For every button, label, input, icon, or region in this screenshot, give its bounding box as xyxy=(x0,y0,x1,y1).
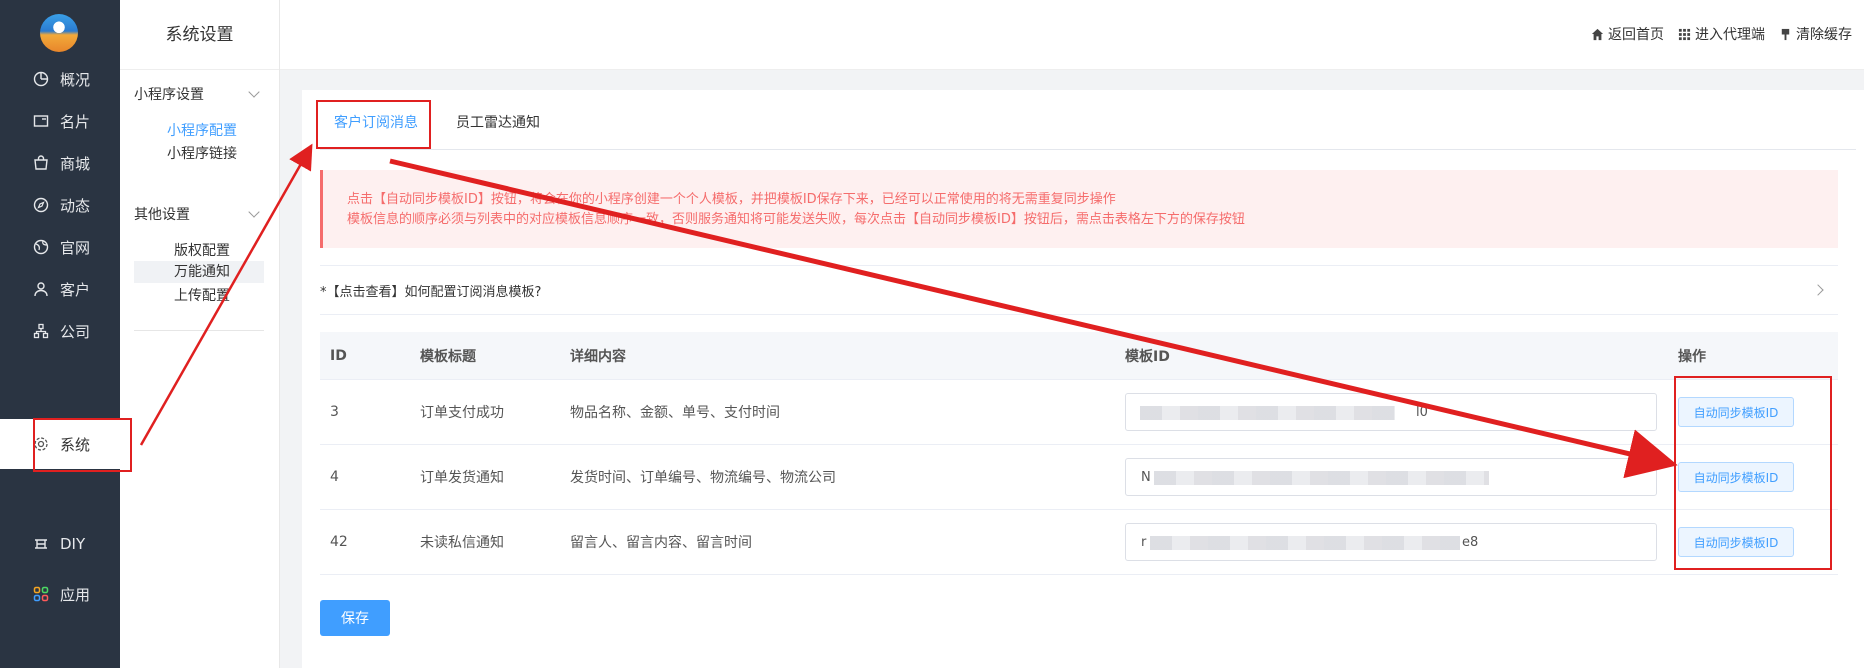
template-id-suffix: e8 xyxy=(1462,534,1479,550)
col-title: 模板标题 xyxy=(420,348,476,365)
grid-icon xyxy=(1678,28,1691,40)
alert-line-2: 模板信息的顺序必须与列表中的对应模板信息顺序一致，否则服务通知将可能发送失败，每… xyxy=(347,212,1245,227)
content-card: 客户订阅消息 员工雷达通知 点击【自动同步模板ID】按钮，将会在你的小程序创建一… xyxy=(302,90,1864,668)
col-content: 详细内容 xyxy=(570,348,626,365)
nav-item-diy[interactable]: DIY xyxy=(0,519,120,569)
nav-item-company[interactable]: 公司 xyxy=(0,306,120,356)
cell-id: 42 xyxy=(330,534,348,550)
back-home-label: 返回首页 xyxy=(1608,27,1664,43)
submenu-item-universal-notify[interactable]: 万能通知 xyxy=(134,261,264,283)
annotation-box-sync-buttons xyxy=(1674,376,1832,570)
cell-id: 3 xyxy=(330,404,339,420)
pie-chart-icon xyxy=(32,70,50,88)
submenu-item-upload-config[interactable]: 上传配置 xyxy=(174,285,230,305)
annotation-box-system xyxy=(33,418,132,472)
agent-link[interactable]: 进入代理端 xyxy=(1678,24,1765,44)
nav-item-apps[interactable]: 应用 xyxy=(0,569,120,619)
submenu-item-copyright[interactable]: 版权配置 xyxy=(174,240,230,260)
nav-label: 动态 xyxy=(60,196,91,215)
table-row: 4 订单发货通知 发货时间、订单编号、物流编号、物流公司 N 自动同步模板ID xyxy=(320,445,1838,510)
nav-label: 名片 xyxy=(60,112,91,131)
table-header: ID 模板标题 详细内容 模板ID 操作 xyxy=(320,332,1838,380)
save-button[interactable]: 保存 xyxy=(320,600,390,636)
brush-icon xyxy=(1781,28,1790,40)
submenu-title: 系统设置 xyxy=(120,0,279,70)
redacted-text xyxy=(1150,536,1460,550)
cell-title: 订单支付成功 xyxy=(420,405,504,421)
nav-label: 公司 xyxy=(60,322,91,341)
cell-id: 4 xyxy=(330,469,339,485)
apps-icon xyxy=(32,585,50,603)
template-table: ID 模板标题 详细内容 模板ID 操作 3 订单支付成功 物品名称、金额、单号… xyxy=(320,332,1838,575)
col-template-id: 模板ID xyxy=(1125,348,1170,365)
submenu-item-miniprogram-link[interactable]: 小程序链接 xyxy=(167,143,237,163)
template-id-suffix: l0 xyxy=(1416,404,1428,420)
cell-title: 订单发货通知 xyxy=(420,470,504,486)
template-id-input[interactable]: N xyxy=(1125,458,1657,496)
settings-submenu: 系统设置 小程序设置 小程序配置 小程序链接 其他设置 版权配置 万能通知 上传… xyxy=(120,0,280,668)
help-collapse[interactable]: *【点击查看】如何配置订阅消息模板? xyxy=(320,265,1838,315)
user-icon xyxy=(32,280,50,298)
agent-label: 进入代理端 xyxy=(1695,27,1765,43)
redacted-text xyxy=(1154,471,1489,485)
globe-icon xyxy=(32,238,50,256)
group-label: 其他设置 xyxy=(134,207,190,223)
nav-label: 官网 xyxy=(60,238,91,257)
cell-content: 发货时间、订单编号、物流编号、物流公司 xyxy=(570,470,836,486)
nav-label: 概况 xyxy=(60,70,91,89)
col-id: ID xyxy=(330,347,347,364)
template-id-input[interactable]: l0 xyxy=(1125,393,1657,431)
alert-line-1: 点击【自动同步模板ID】按钮，将会在你的小程序创建一个个人模板，并把模板ID保存… xyxy=(347,192,1116,207)
tab-staff-radar[interactable]: 员工雷达通知 xyxy=(456,112,540,132)
compass-icon xyxy=(32,196,50,214)
top-bar: 返回首页 进入代理端 清除缓存 xyxy=(280,0,1864,70)
clear-cache-label: 清除缓存 xyxy=(1796,27,1852,43)
table-row: 42 未读私信通知 留言人、留言内容、留言时间 r e8 自动同步模板ID xyxy=(320,510,1838,575)
submenu-divider xyxy=(134,330,264,331)
diy-icon xyxy=(32,535,50,553)
card-icon xyxy=(32,112,50,130)
shop-icon xyxy=(32,154,50,172)
cell-title: 未读私信通知 xyxy=(420,535,504,551)
template-id-prefix: N xyxy=(1141,469,1151,485)
annotation-box-tab xyxy=(316,100,431,149)
group-miniprogram-settings[interactable]: 小程序设置 xyxy=(134,84,264,104)
group-label: 小程序设置 xyxy=(134,87,204,103)
chevron-down-icon xyxy=(248,86,260,98)
group-other-settings[interactable]: 其他设置 xyxy=(134,204,264,224)
nav-label: 应用 xyxy=(60,585,91,604)
chevron-down-icon xyxy=(248,206,260,218)
nav-label: 商城 xyxy=(60,154,91,173)
home-icon xyxy=(1591,28,1604,40)
warning-alert: 点击【自动同步模板ID】按钮，将会在你的小程序创建一个个人模板，并把模板ID保存… xyxy=(320,170,1838,248)
nav-label: DIY xyxy=(60,535,86,553)
clear-cache-link[interactable]: 清除缓存 xyxy=(1779,24,1852,44)
template-id-prefix: r xyxy=(1141,534,1147,550)
cell-content: 留言人、留言内容、留言时间 xyxy=(570,535,752,551)
help-collapse-label: *【点击查看】如何配置订阅消息模板? xyxy=(320,284,542,300)
org-icon xyxy=(32,322,50,340)
submenu-item-miniprogram-config[interactable]: 小程序配置 xyxy=(167,120,237,140)
tab-bar: 客户订阅消息 员工雷达通知 xyxy=(320,90,1856,150)
main-sidebar: 概况 名片 商城 动态 官网 客户 公司 系统 DIY 应用 xyxy=(0,0,120,668)
nav-label: 客户 xyxy=(60,280,91,299)
table-row: 3 订单支付成功 物品名称、金额、单号、支付时间 l0 自动同步模板ID xyxy=(320,380,1838,445)
cell-content: 物品名称、金额、单号、支付时间 xyxy=(570,405,780,421)
chevron-right-icon xyxy=(1812,284,1824,296)
redacted-text xyxy=(1140,406,1395,420)
col-action: 操作 xyxy=(1678,348,1706,365)
back-home-link[interactable]: 返回首页 xyxy=(1591,24,1664,44)
template-id-input[interactable]: r e8 xyxy=(1125,523,1657,561)
app-logo xyxy=(40,14,78,52)
